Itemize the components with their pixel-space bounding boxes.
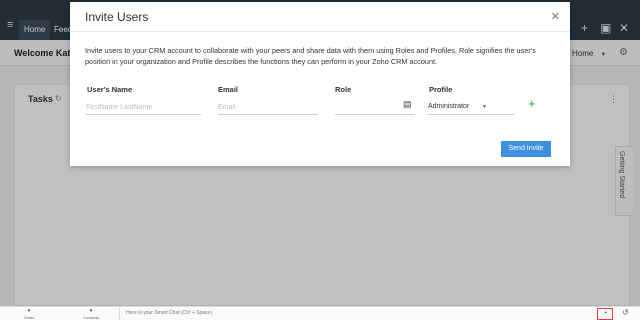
chat-icon: ● [27,308,31,314]
profile-label: Profile [429,85,453,94]
invite-users-dialog: Invite Users ✕ Invite users to your CRM … [70,2,570,166]
email-field[interactable] [218,100,318,115]
chats-label: Chats [23,315,35,320]
email-label: Email [218,85,239,94]
notification-icon[interactable]: ◔ [597,308,613,320]
contacts-button[interactable]: ● Contacts [76,308,106,320]
send-invite-button[interactable]: Send Invite [501,141,551,157]
role-lookup-icon[interactable]: ▤ [403,99,412,110]
smart-chat-input[interactable]: Here is your Smart Chat (Ctrl + Space) [119,307,589,320]
history-icon[interactable]: ↺ [622,308,629,317]
dialog-description: Invite users to your CRM account to coll… [85,46,536,66]
contacts-label: Contacts [83,315,99,320]
chevron-down-icon: ▼ [482,104,487,110]
profile-value: Administrator [428,103,470,110]
users-name-field[interactable] [86,100,201,115]
role-label: Role [335,85,352,94]
users-name-label: User's Name [87,85,133,94]
profile-select[interactable]: Administrator ▼ [428,100,514,115]
add-row-icon[interactable]: + [528,97,536,110]
dialog-title: Invite Users [85,10,149,24]
users-name-input[interactable] [86,100,201,114]
bottom-bar: ● Chats ● Contacts Here is your Smart Ch… [0,306,640,320]
contacts-icon: ● [89,308,93,314]
dialog-header: Invite Users ✕ [70,2,570,32]
chats-button[interactable]: ● Chats [14,308,44,320]
close-icon[interactable]: ✕ [551,10,560,23]
email-input[interactable] [218,100,318,114]
